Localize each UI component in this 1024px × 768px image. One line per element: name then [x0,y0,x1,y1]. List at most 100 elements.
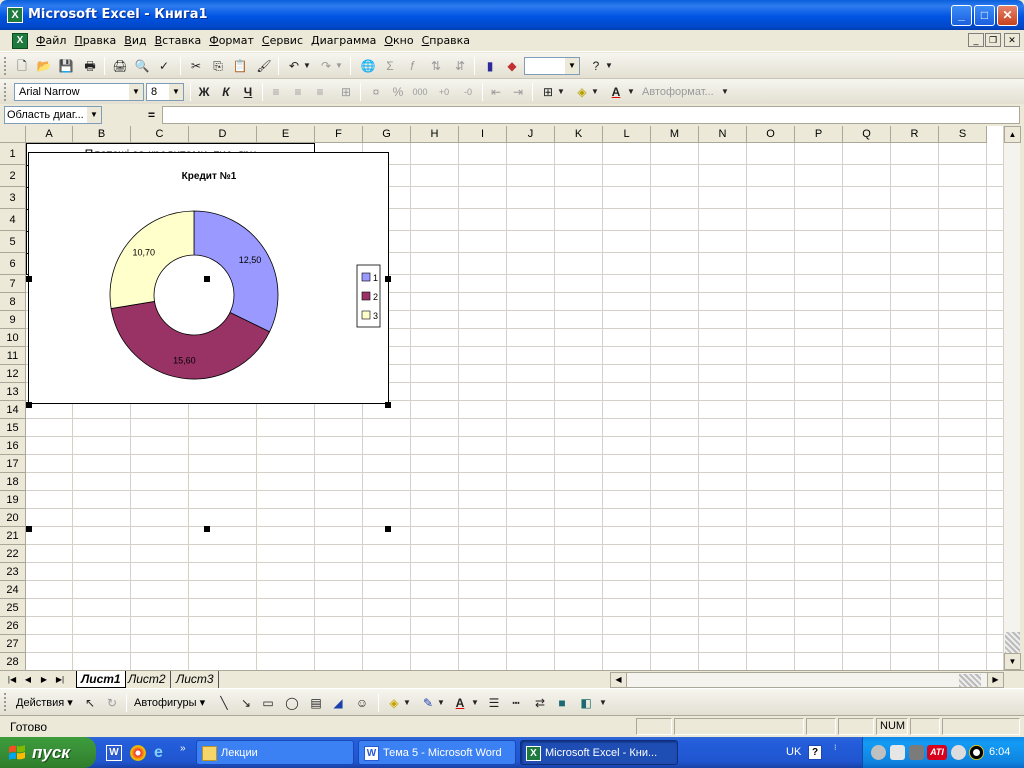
row-header-20[interactable]: 20 [0,509,26,527]
drawing-fill-color-icon[interactable]: ◈ [384,694,404,712]
copy-icon[interactable]: ⎘ [208,57,228,75]
name-box[interactable]: Область диаг... ▼ [4,106,102,124]
save-icon[interactable]: 💾 [56,57,76,75]
ime-help-icon[interactable]: ? [808,745,822,760]
tab-sheet1[interactable]: Лист1 [76,671,126,688]
column-header-n[interactable]: N [699,126,747,143]
underline-button[interactable]: Ч [238,83,258,101]
cut-icon[interactable]: ✂ [186,57,206,75]
task-lektsii[interactable]: Лекции [196,740,354,765]
drawing-fill-dropdown-icon[interactable]: ▼ [402,694,412,712]
doughnut-slice-1[interactable] [193,210,279,333]
speaker-icon[interactable] [871,745,886,760]
task-word[interactable]: W Тема 5 - Microsoft Word [358,740,516,765]
toolbar-grip[interactable] [4,57,7,75]
first-sheet-icon[interactable]: |◀ [6,673,18,687]
start-button[interactable]: пуск [0,737,96,768]
column-header-m[interactable]: M [651,126,699,143]
line-style-icon[interactable]: ☰ [484,694,504,712]
undo-dropdown-icon[interactable]: ▼ [302,57,312,75]
data-label[interactable]: 15,60 [173,355,196,365]
column-header-d[interactable]: D [189,126,257,143]
scroll-left-icon[interactable]: ◀ [610,672,627,688]
line-color-icon[interactable]: ✎ [418,694,438,712]
help-dropdown-icon[interactable]: ▼ [604,57,614,75]
row-header-12[interactable]: 12 [0,365,26,383]
zoom-combo[interactable]: ▼ [524,57,580,75]
last-sheet-icon[interactable]: ▶| [54,673,66,687]
undo-icon[interactable]: ↶ [284,57,304,75]
print-icon[interactable]: 🖨 [110,57,130,75]
row-header-5[interactable]: 5 [0,231,26,253]
column-header-o[interactable]: O [747,126,795,143]
scroll-right-icon[interactable]: ▶ [987,672,1004,688]
network-icon[interactable] [890,745,905,760]
drawing-options-icon[interactable]: ▼ [598,694,608,712]
menu-file[interactable]: Файл [32,34,70,47]
row-header-7[interactable]: 7 [0,275,26,293]
paste-icon[interactable]: 📋 [230,57,250,75]
new-document-icon[interactable]: 🗋 [12,57,32,75]
column-header-q[interactable]: Q [843,126,891,143]
menu-insert[interactable]: Вставка [151,34,206,47]
tab-sheet3[interactable]: Лист3 [172,671,219,688]
chart-wizard-icon[interactable]: ▮ [480,57,500,75]
format-painter-icon[interactable]: 🖌 [254,57,274,75]
menu-view[interactable]: Вид [120,34,150,47]
oval-icon[interactable]: ◯ [282,694,302,712]
line-color-dropdown-icon[interactable]: ▼ [436,694,446,712]
minimize-button[interactable]: _ [951,5,972,26]
column-header-r[interactable]: R [891,126,939,143]
column-header-a[interactable]: A [26,126,73,143]
shadow-style-icon[interactable]: ■ [552,694,572,712]
row-header-4[interactable]: 4 [0,209,26,231]
row-header-26[interactable]: 26 [0,617,26,635]
scroll-up-icon[interactable]: ▲ [1004,126,1021,143]
font-color-icon[interactable]: A [606,83,626,101]
column-header-j[interactable]: J [507,126,555,143]
borders-dropdown-icon[interactable]: ▼ [556,83,566,101]
chart-handle-t[interactable] [204,276,210,282]
row-header-27[interactable]: 27 [0,635,26,653]
hsplit-box[interactable] [959,674,981,687]
row-header-28[interactable]: 28 [0,653,26,670]
rectangle-icon[interactable]: ▭ [258,694,278,712]
column-header-g[interactable]: G [363,126,411,143]
font-name-combo[interactable]: Arial Narrow ▼ [14,83,144,101]
chart-title[interactable]: Кредит №1 [182,171,237,182]
italic-button[interactable]: К [216,83,236,101]
row-header-11[interactable]: 11 [0,347,26,365]
chart-handle-tl[interactable] [26,276,32,282]
clipart-icon[interactable]: ☺ [352,694,372,712]
column-header-f[interactable]: F [315,126,363,143]
drawing-font-color-icon[interactable]: A [450,694,470,712]
quicklaunch-more-icon[interactable]: » [180,743,186,754]
ie-quicklaunch-icon[interactable]: e [154,744,163,762]
column-header-h[interactable]: H [411,126,459,143]
open-folder-icon[interactable]: 📂 [34,57,54,75]
split-box[interactable] [1005,632,1020,654]
row-header-8[interactable]: 8 [0,293,26,311]
row-header-10[interactable]: 10 [0,329,26,347]
workbook-icon[interactable]: X [12,33,28,49]
menu-tools[interactable]: Сервис [258,34,307,47]
devices-icon[interactable] [909,745,924,760]
language-indicator[interactable]: UK [786,746,801,758]
permission-icon[interactable]: 🖶 [80,57,100,75]
borders-icon[interactable]: ⊞ [538,83,558,101]
close-button[interactable]: ✕ [997,5,1018,26]
task-excel[interactable]: X Microsoft Excel - Кни... [520,740,678,765]
row-header-14[interactable]: 14 [0,401,26,419]
word-quicklaunch-icon[interactable]: W [106,745,122,761]
chrome-quicklaunch-icon[interactable] [130,745,146,761]
fill-color-icon[interactable]: ◈ [572,83,592,101]
spelling-icon[interactable]: ✓ [154,57,174,75]
row-header-24[interactable]: 24 [0,581,26,599]
autoshapes-menu-button[interactable]: Автофигуры ▾ [134,696,205,709]
row-header-6[interactable]: 6 [0,253,26,275]
gear-icon[interactable] [951,745,966,760]
column-header-s[interactable]: S [939,126,987,143]
formula-equals-icon[interactable]: = [148,108,155,122]
dash-style-icon[interactable]: ┅ [506,694,526,712]
row-header-2[interactable]: 2 [0,165,26,187]
